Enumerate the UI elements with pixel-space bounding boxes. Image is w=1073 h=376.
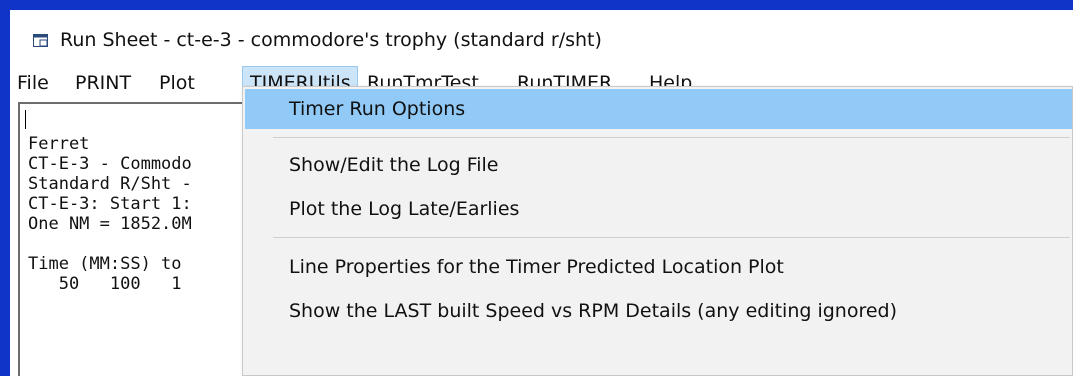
menu-item-label: Plot the Log Late/Earlies [289,198,520,220]
menu-item-timer-run-options[interactable]: Timer Run Options [245,89,1072,129]
timerutils-dropdown-menu: Timer Run Options Show/Edit the Log File… [242,86,1073,376]
menu-print[interactable]: PRINT [68,66,138,100]
title-bar: Run Sheet - ct-e-3 - commodore's trophy … [10,10,1073,64]
window-title: Run Sheet - ct-e-3 - commodore's trophy … [60,29,602,51]
menu-item-line-properties[interactable]: Line Properties for the Timer Predicted … [245,247,1072,287]
text-line: CT-E-3: Start 1: [28,194,192,214]
menu-item-show-last-speed-rpm[interactable]: Show the LAST built Speed vs RPM Details… [245,291,1072,331]
text-line: Ferret [28,134,90,154]
menu-separator [273,137,1070,138]
menu-item-label: Line Properties for the Timer Predicted … [289,256,784,278]
menu-file[interactable]: File [10,66,56,100]
menu-item-plot-log-late-earlies[interactable]: Plot the Log Late/Earlies [245,189,1072,229]
app-window-icon [33,34,48,47]
menu-separator [273,237,1070,238]
menu-item-show-edit-log-file[interactable]: Show/Edit the Log File [245,145,1072,185]
text-caret [25,110,26,129]
text-line: Time (MM:SS) to [28,254,192,274]
text-line: Standard R/Sht - [28,174,192,194]
text-line: CT-E-3 - Commodo [28,154,192,174]
menu-item-label: Show/Edit the Log File [289,154,499,176]
menu-item-label: Timer Run Options [289,98,466,120]
text-line: 50 100 1 [28,274,182,294]
menu-plot[interactable]: Plot [152,66,202,100]
text-line: One NM = 1852.0M [28,214,192,234]
menu-item-label: Show the LAST built Speed vs RPM Details… [289,300,898,322]
